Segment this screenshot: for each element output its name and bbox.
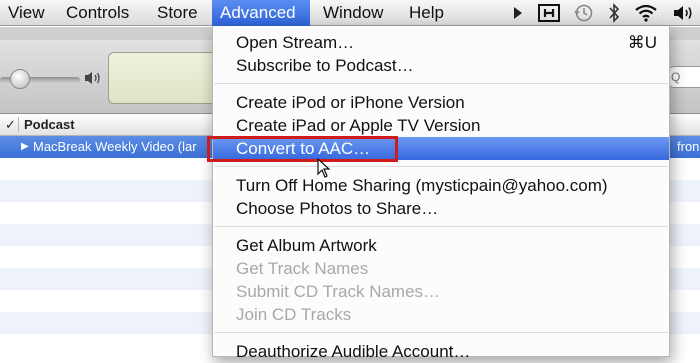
status-area [512,0,694,26]
menu-item-label: Open Stream… [236,33,355,52]
time-machine-icon[interactable] [574,0,594,26]
annotation-highlight-box [207,136,398,162]
menu-item-choose-photos[interactable]: Choose Photos to Share… [213,197,669,220]
menu-item-subscribe-podcast[interactable]: Subscribe to Podcast… [213,54,669,77]
shortcut-label: ⌘U [627,33,657,52]
menu-item-join-cd-tracks: Join CD Tracks [236,305,352,324]
menu-bar: View Controls Store Advanced Window Help [0,0,700,26]
disclosure-triangle-icon[interactable]: ▶ [21,136,29,158]
menu-item-create-ipod-version[interactable]: Create iPod or iPhone Version [213,91,669,114]
advanced-menu: Open Stream… ⌘U Subscribe to Podcast… Cr… [212,26,670,361]
bluetooth-icon[interactable] [608,0,620,26]
menu-store[interactable]: Store [149,0,206,26]
menu-item-turn-off-home-sharing[interactable]: Turn Off Home Sharing (mysticpain@yahoo.… [213,174,669,197]
wifi-icon[interactable] [634,0,658,26]
menu-window[interactable]: Window [315,0,391,26]
menu-controls[interactable]: Controls [58,0,137,26]
play-arrow-icon[interactable] [512,0,524,26]
menu-view[interactable]: View [0,0,53,26]
menu-help[interactable]: Help [401,0,452,26]
menu-item-get-album-artwork[interactable]: Get Album Artwork [213,234,669,257]
menu-separator [214,332,668,333]
column-divider [18,117,19,132]
menu-separator [214,166,668,167]
volume-slider-knob[interactable] [10,69,30,89]
column-podcast[interactable]: Podcast [24,114,75,135]
mouse-cursor-icon [317,157,331,183]
now-playing-display [108,52,218,104]
podcast-title: MacBreak Weekly Video (lar [33,139,197,154]
speaker-icon [84,71,102,90]
menu-separator [214,226,668,227]
menu-advanced[interactable]: Advanced [212,0,310,26]
menu-item-submit-cd-track-names: Submit CD Track Names… [236,282,441,301]
menu-separator [214,83,668,84]
column-check[interactable]: ✓ [5,114,16,135]
menu-item-deauthorize-audible[interactable]: Deauthorize Audible Account… [213,340,669,363]
menu-item-get-track-names: Get Track Names [236,259,369,278]
display-h-icon[interactable] [538,0,560,26]
menu-item-create-ipad-version[interactable]: Create iPad or Apple TV Version [213,114,669,137]
menu-item-open-stream[interactable]: Open Stream… ⌘U [213,31,669,54]
row-trailing-text: fron [677,139,700,154]
volume-icon[interactable] [672,0,694,26]
